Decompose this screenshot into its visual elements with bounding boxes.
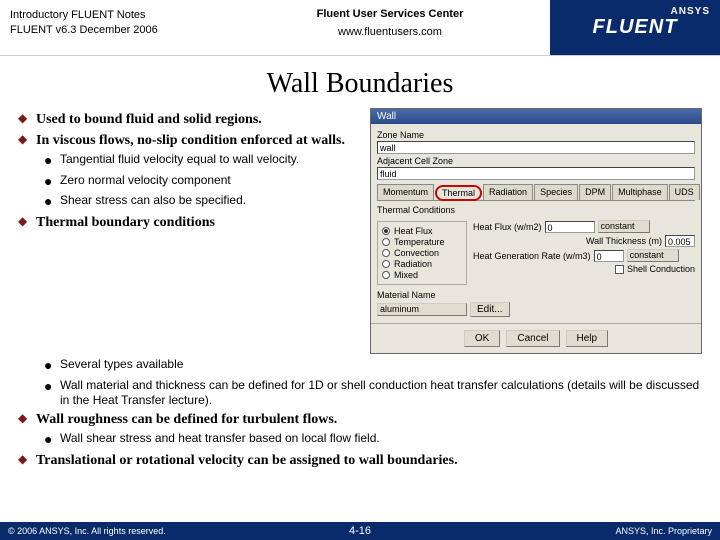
radio-heat-flux[interactable] [382, 227, 390, 235]
bullet-2-3: Shear stress can also be specified. [60, 193, 246, 211]
diamond-icon: ◆ [18, 214, 36, 232]
adj-label: Adjacent Cell Zone [377, 156, 695, 166]
header-center: Fluent User Services Center www.fluentus… [230, 0, 550, 55]
bullet-2: In viscous flows, no-slip condition enfo… [36, 132, 345, 150]
bullet-4-1: Wall shear stress and heat transfer base… [60, 431, 380, 449]
radio-temperature[interactable] [382, 238, 390, 246]
dialog-tabs: Momentum Thermal Radiation Species DPM M… [377, 184, 695, 201]
dot-icon: ● [44, 357, 60, 375]
bullet-column: ◆Used to bound fluid and solid regions. … [18, 108, 370, 354]
diamond-icon: ◆ [18, 411, 36, 429]
heat-flux-input[interactable]: 0 [545, 221, 595, 233]
tab-dpm[interactable]: DPM [579, 184, 611, 200]
adj-input[interactable]: fluid [377, 167, 695, 180]
diamond-icon: ◆ [18, 111, 36, 129]
dot-icon: ● [44, 378, 60, 408]
heat-gen-input[interactable]: 0 [594, 250, 624, 262]
wall-dialog: Wall Zone Name wall Adjacent Cell Zone f… [370, 108, 702, 354]
radio-heat-flux-label: Heat Flux [394, 226, 433, 236]
center-url: www.fluentusers.com [234, 26, 546, 38]
bullet-3: Thermal boundary conditions [36, 214, 215, 232]
footer-right: ANSYS, Inc. Proprietary [615, 526, 712, 536]
material-label: Material Name [377, 290, 695, 300]
radio-radiation[interactable] [382, 260, 390, 268]
dot-icon: ● [44, 431, 60, 449]
heat-gen-label: Heat Generation Rate (w/m3) [473, 251, 591, 261]
dialog-title: Wall [371, 109, 701, 124]
edit-button[interactable]: Edit... [470, 302, 510, 317]
bullet-4: Wall roughness can be defined for turbul… [36, 411, 337, 429]
brand-main: FLUENT [593, 16, 678, 39]
heat-flux-select[interactable]: constant [598, 220, 650, 233]
zone-name-label: Zone Name [377, 130, 695, 140]
thermal-conditions-label: Thermal Conditions [377, 205, 695, 215]
radio-temperature-label: Temperature [394, 237, 445, 247]
radio-radiation-label: Radiation [394, 259, 432, 269]
slide-footer: © 2006 ANSYS, Inc. All rights reserved. … [0, 522, 720, 540]
bullet-5: Translational or rotational velocity can… [36, 452, 458, 470]
dot-icon: ● [44, 173, 60, 191]
bullet-3-2: Wall material and thickness can be defin… [60, 378, 702, 408]
tab-radiation[interactable]: Radiation [483, 184, 533, 200]
notes-line1: Introductory FLUENT Notes [10, 8, 220, 23]
shell-conduction-checkbox[interactable] [615, 265, 624, 274]
bullet-1: Used to bound fluid and solid regions. [36, 111, 262, 129]
footer-left: © 2006 ANSYS, Inc. All rights reserved. [8, 526, 166, 536]
tab-multiphase[interactable]: Multiphase [612, 184, 668, 200]
radio-mixed[interactable] [382, 271, 390, 279]
cancel-button[interactable]: Cancel [506, 330, 559, 347]
bullet-2-2: Zero normal velocity component [60, 173, 231, 191]
heat-flux-label: Heat Flux (w/m2) [473, 222, 542, 232]
dot-icon: ● [44, 152, 60, 170]
slide-header: Introductory FLUENT Notes FLUENT v6.3 De… [0, 0, 720, 56]
dot-icon: ● [44, 193, 60, 211]
wall-thickness-input[interactable]: 0.005 [665, 235, 695, 247]
wall-thickness-label: Wall Thickness (m) [586, 236, 662, 246]
heat-gen-select[interactable]: constant [627, 249, 679, 262]
bullet-2-1: Tangential fluid velocity equal to wall … [60, 152, 299, 170]
radio-convection[interactable] [382, 249, 390, 257]
tab-momentum[interactable]: Momentum [377, 184, 434, 200]
notes-line2: FLUENT v6.3 December 2006 [10, 23, 220, 38]
diamond-icon: ◆ [18, 452, 36, 470]
slide-title: Wall Boundaries [0, 68, 720, 100]
header-logo: ANSYS FLUENT [550, 0, 720, 55]
help-button[interactable]: Help [566, 330, 609, 347]
brand-top: ANSYS [671, 6, 710, 17]
radio-convection-label: Convection [394, 248, 439, 258]
zone-name-input[interactable]: wall [377, 141, 695, 154]
center-title: Fluent User Services Center [234, 8, 546, 20]
radio-mixed-label: Mixed [394, 270, 418, 280]
shell-conduction-label: Shell Conduction [627, 264, 695, 274]
diamond-icon: ◆ [18, 132, 36, 150]
tab-thermal[interactable]: Thermal [435, 185, 482, 201]
tab-uds[interactable]: UDS [669, 184, 700, 200]
header-notes: Introductory FLUENT Notes FLUENT v6.3 De… [0, 0, 230, 55]
tab-species[interactable]: Species [534, 184, 578, 200]
bullet-3-1: Several types available [60, 357, 183, 375]
material-select[interactable]: aluminum [377, 303, 467, 316]
ok-button[interactable]: OK [464, 330, 500, 347]
page-number: 4-16 [349, 525, 371, 537]
